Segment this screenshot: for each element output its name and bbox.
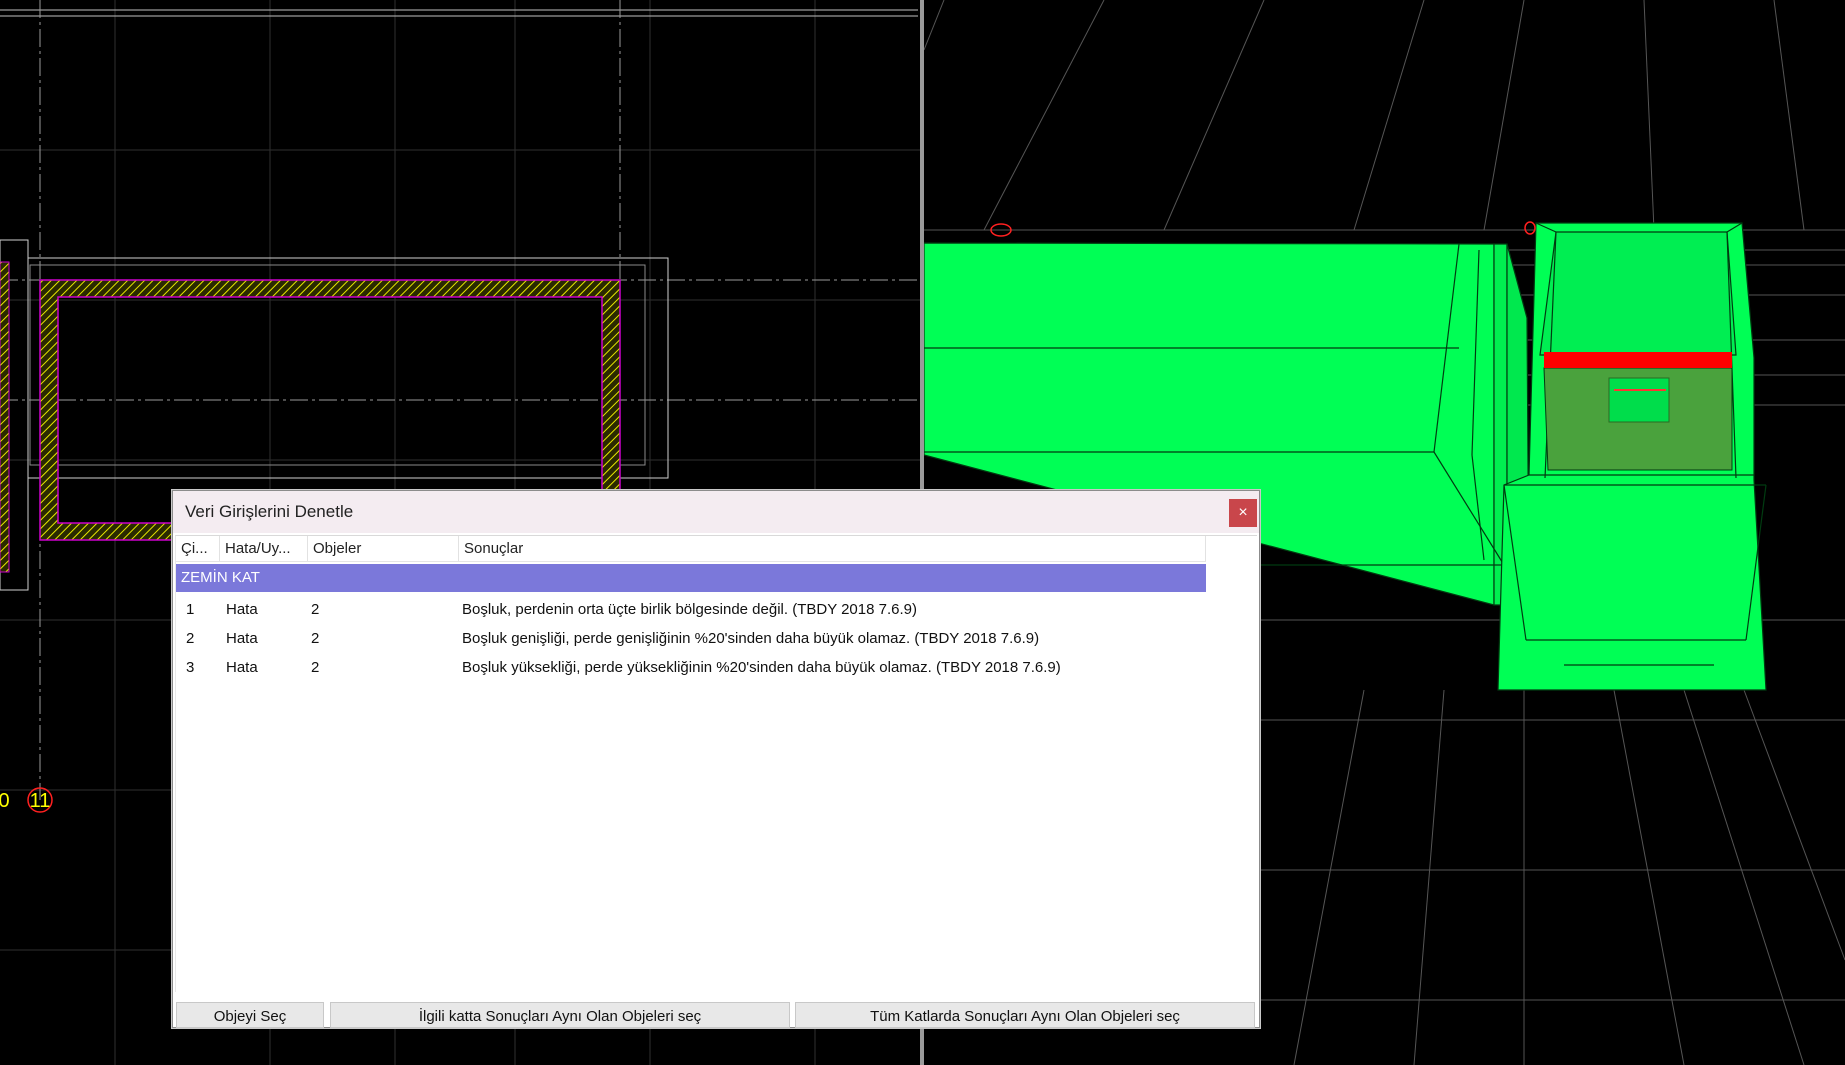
group-row-ground-floor[interactable]: ZEMİN KAT bbox=[176, 564, 1206, 592]
table-row[interactable]: 1 Hata 2 Boşluk, perdenin orta üçte birl… bbox=[176, 595, 1206, 624]
select-object-button[interactable]: Objeyi Seç bbox=[176, 1002, 324, 1028]
row-objects: 2 bbox=[311, 630, 320, 647]
dialog-title: Veri Girişlerini Denetle bbox=[185, 502, 354, 521]
row-type: Hata bbox=[226, 601, 258, 618]
row-result: Boşluk, perdenin orta üçte birlik bölges… bbox=[462, 601, 917, 618]
table-row[interactable]: 3 Hata 2 Boşluk yüksekliği, perde yüksek… bbox=[176, 653, 1206, 682]
check-inputs-dialog: Veri Girişlerini Denetle × Çi... Hata/Uy… bbox=[172, 490, 1260, 1028]
row-no: 2 bbox=[186, 630, 195, 647]
column-header-results[interactable]: Sonuçlar bbox=[459, 536, 1206, 561]
table-row[interactable]: 2 Hata 2 Boşluk genişliği, perde genişli… bbox=[176, 624, 1206, 653]
opening-frame[interactable] bbox=[1608, 377, 1670, 423]
error-highlight-beam[interactable] bbox=[1544, 352, 1732, 368]
axis-label-10: 0 bbox=[0, 790, 10, 812]
list-header: Çi... Hata/Uy... Objeler Sonuçlar bbox=[176, 536, 1206, 562]
dialog-titlebar[interactable]: Veri Girişlerini Denetle × bbox=[173, 491, 1259, 533]
column-header-objects[interactable]: Objeler bbox=[308, 536, 459, 561]
axis-label-11: 11 bbox=[30, 790, 51, 812]
select-same-floor-button[interactable]: İlgili katta Sonuçları Aynı Olan Objeler… bbox=[330, 1002, 790, 1028]
row-type: Hata bbox=[226, 659, 258, 676]
row-no: 3 bbox=[186, 659, 195, 676]
plan-left-wall[interactable] bbox=[0, 261, 10, 573]
column-header-type[interactable]: Hata/Uy... bbox=[220, 536, 308, 561]
close-button[interactable]: × bbox=[1229, 499, 1257, 527]
3d-axis-bubble[interactable] bbox=[1524, 221, 1536, 235]
column-header-no[interactable]: Çi... bbox=[176, 536, 220, 561]
row-objects: 2 bbox=[311, 659, 320, 676]
row-objects: 2 bbox=[311, 601, 320, 618]
row-result: Boşluk yüksekliği, perde yüksekliğinin %… bbox=[462, 659, 1061, 676]
row-result: Boşluk genişliği, perde genişliğinin %20… bbox=[462, 630, 1040, 647]
dialog-button-bar: Objeyi Seç İlgili katta Sonuçları Aynı O… bbox=[173, 997, 1259, 1028]
row-type: Hata bbox=[226, 630, 258, 647]
select-all-floors-button[interactable]: Tüm Katlarda Sonuçları Aynı Olan Objeler… bbox=[795, 1002, 1255, 1028]
row-no: 1 bbox=[186, 601, 195, 618]
results-list[interactable]: Çi... Hata/Uy... Objeler Sonuçlar ZEMİN … bbox=[175, 535, 1257, 992]
